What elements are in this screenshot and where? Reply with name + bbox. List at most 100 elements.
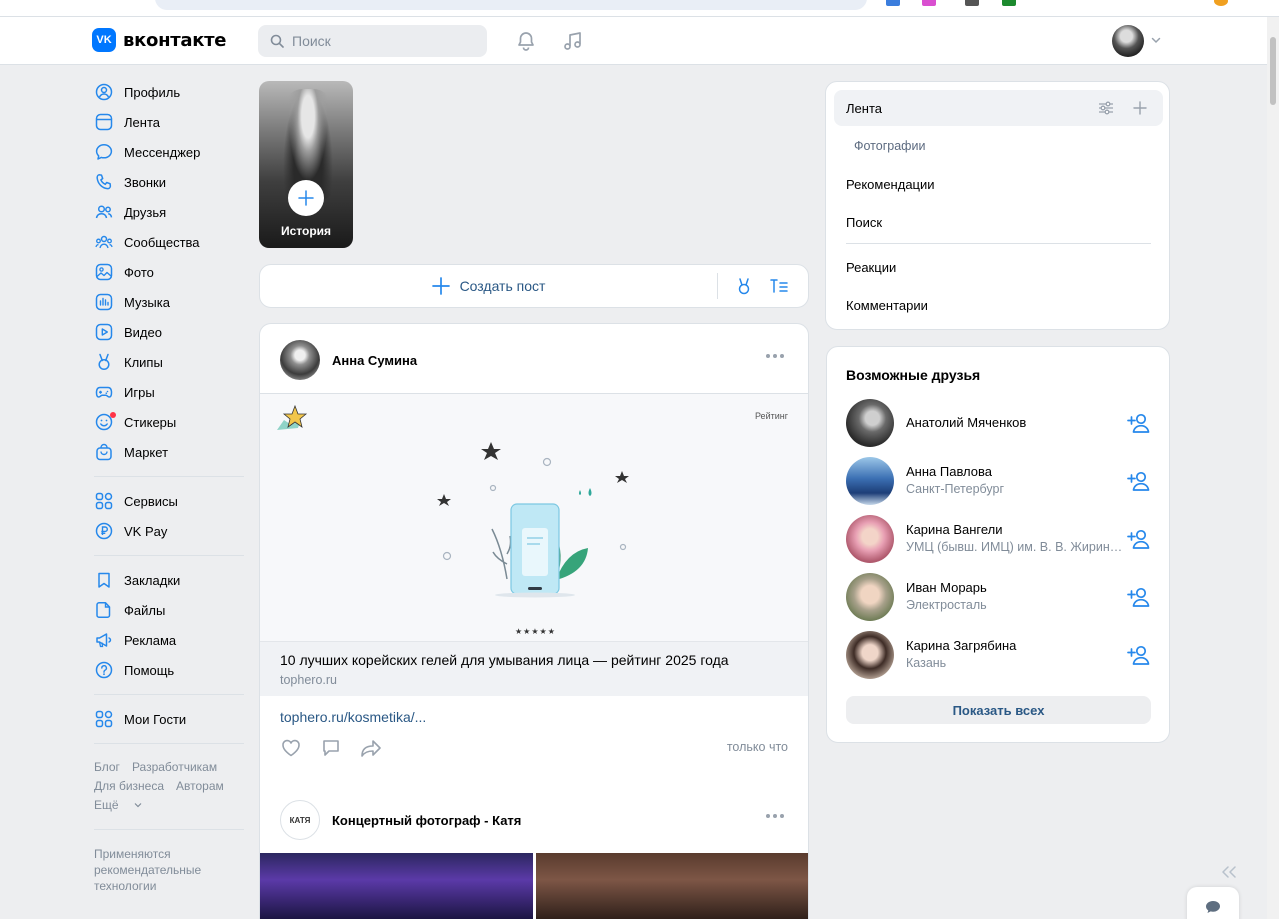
filter-settings-icon[interactable]: [1097, 99, 1115, 117]
sidebar-divider: [94, 476, 244, 477]
sidebar-item-profile[interactable]: Профиль: [92, 77, 248, 107]
friend-avatar[interactable]: [846, 399, 894, 447]
add-friend-icon[interactable]: [1127, 411, 1153, 435]
sidebar-item-messenger[interactable]: Мессенджер: [92, 137, 248, 167]
clip-create-icon[interactable]: [734, 276, 754, 296]
sidebar-item-services[interactable]: Сервисы: [92, 486, 248, 516]
comment-icon[interactable]: [320, 737, 342, 759]
feed-menu-item-reactions[interactable]: Реакции: [846, 260, 896, 275]
friend-avatar[interactable]: [846, 631, 894, 679]
chevron-down-icon[interactable]: [1150, 34, 1162, 49]
sidebar-item-clips[interactable]: Клипы: [92, 347, 248, 377]
post-link[interactable]: tophero.ru/kosmetika/...: [280, 709, 426, 725]
article-icon[interactable]: [769, 276, 789, 296]
post-photo[interactable]: [536, 853, 808, 919]
page-scrollbar[interactable]: [1267, 17, 1279, 919]
add-feed-icon[interactable]: [1131, 99, 1149, 117]
clips-icon: [94, 352, 114, 372]
sidebar-item-vkpay[interactable]: VK Pay: [92, 516, 248, 546]
sidebar-item-friends[interactable]: Друзья: [92, 197, 248, 227]
footer-link-developers[interactable]: Разработчикам: [132, 760, 217, 774]
friend-avatar[interactable]: [846, 515, 894, 563]
share-icon[interactable]: [360, 737, 382, 759]
search-box[interactable]: [258, 25, 487, 57]
create-post-button[interactable]: Создать пост: [260, 265, 717, 307]
snippet-caption: 10 лучших корейских гелей для умывания л…: [260, 641, 808, 696]
add-friend-icon[interactable]: [1127, 643, 1153, 667]
friend-name[interactable]: Анна Павлова: [906, 464, 992, 479]
plus-icon: [431, 277, 450, 295]
more-options-icon[interactable]: [766, 814, 784, 818]
show-all-button[interactable]: Показать всех: [846, 696, 1151, 724]
sidebar-item-label: Звонки: [124, 174, 166, 190]
add-friend-icon[interactable]: [1127, 585, 1153, 609]
story-create-card[interactable]: История: [259, 81, 353, 248]
browser-address-bar[interactable]: [155, 0, 867, 10]
footer-link-more[interactable]: Ещё: [94, 798, 142, 812]
friend-avatar[interactable]: [846, 457, 894, 505]
sidebar-item-files[interactable]: Файлы: [92, 595, 248, 625]
search-input[interactable]: [292, 33, 472, 49]
vk-logo-icon: VK: [92, 28, 116, 52]
post-author-avatar[interactable]: [280, 340, 320, 380]
sidebar-item-stickers[interactable]: Стикеры: [92, 407, 248, 437]
divider: [846, 243, 1151, 244]
feed-icon: [94, 112, 114, 132]
friend-name[interactable]: Иван Морарь: [906, 580, 987, 595]
sidebar-item-market[interactable]: Маркет: [92, 437, 248, 467]
create-post-bar: Создать пост: [259, 264, 809, 308]
footer-link-business[interactable]: Для бизнеса: [94, 779, 164, 793]
snippet-title[interactable]: 10 лучших корейских гелей для умывания л…: [280, 652, 790, 669]
sidebar-item-ads[interactable]: Реклама: [92, 625, 248, 655]
add-story-icon[interactable]: [288, 180, 324, 216]
scrollbar-thumb[interactable]: [1270, 37, 1276, 105]
sidebar-item-games[interactable]: Игры: [92, 377, 248, 407]
post-author-name[interactable]: Анна Сумина: [332, 353, 417, 368]
more-options-icon[interactable]: [766, 354, 784, 358]
sidebar-item-feed[interactable]: Лента: [92, 107, 248, 137]
feed-menu-item-recommendations[interactable]: Рекомендации: [846, 177, 935, 192]
feed-menu-item-feed[interactable]: Лента: [846, 101, 882, 116]
friend-name[interactable]: Анатолий Мяченков: [906, 415, 1026, 430]
feed-menu-item-photos[interactable]: Фотографии: [854, 139, 925, 153]
footer-link-authors[interactable]: Авторам: [176, 779, 224, 793]
feed-filter-menu: Лента Фотографии Рекомендации Поиск Реак…: [825, 81, 1170, 330]
friend-name[interactable]: Карина Вангели: [906, 522, 1003, 537]
friend-name[interactable]: Карина Загрябина: [906, 638, 1016, 653]
sidebar-item-music[interactable]: Музыка: [92, 287, 248, 317]
friend-avatar[interactable]: [846, 573, 894, 621]
add-friend-icon[interactable]: [1127, 527, 1153, 551]
vk-logo[interactable]: VK вконтакте: [92, 28, 226, 52]
collapse-icon[interactable]: [1219, 862, 1239, 882]
sidebar-item-guests[interactable]: Мои Гости: [92, 704, 248, 734]
link-snippet[interactable]: Рейтинг ★★★★★ 10 лучших корейских гелей …: [260, 393, 808, 696]
sidebar-item-phone[interactable]: Звонки: [92, 167, 248, 197]
left-sidebar: Профиль Лента Мессенджер Звонки Друзья Сообще…: [92, 77, 248, 894]
add-friend-icon[interactable]: [1127, 469, 1153, 493]
extension-icon[interactable]: [886, 0, 900, 6]
feed-menu-item-comments[interactable]: Комментарии: [846, 298, 928, 313]
music-player-icon[interactable]: [561, 29, 585, 53]
possible-friends-title[interactable]: Возможные друзья: [846, 367, 980, 383]
extension-icon[interactable]: [1002, 0, 1016, 6]
post-photo[interactable]: [260, 853, 533, 919]
chat-button[interactable]: [1187, 887, 1239, 919]
sidebar-item-communities[interactable]: Сообщества: [92, 227, 248, 257]
friend-suggestion: Карина Вангели УМЦ (бывш. ИМЦ) им. В. В. …: [846, 515, 1156, 563]
user-avatar[interactable]: [1112, 25, 1144, 57]
post-author-avatar[interactable]: КАТЯ: [280, 800, 320, 840]
footer-link-blog[interactable]: Блог: [94, 760, 120, 774]
feed-menu-item-search[interactable]: Поиск: [846, 215, 882, 230]
notifications-icon[interactable]: [514, 29, 538, 53]
sidebar-item-video[interactable]: Видео: [92, 317, 248, 347]
like-icon[interactable]: [280, 737, 302, 759]
sidebar-item-bookmark[interactable]: Закладки: [92, 565, 248, 595]
sidebar-item-label: Фото: [124, 264, 154, 280]
extension-icon[interactable]: [965, 0, 979, 6]
sidebar-item-help[interactable]: Помощь: [92, 655, 248, 685]
post-author-name[interactable]: Концертный фотограф - Катя: [332, 813, 521, 828]
profile-extension-icon[interactable]: [1214, 0, 1228, 6]
post-timestamp[interactable]: только что: [727, 740, 788, 754]
sidebar-item-photo[interactable]: Фото: [92, 257, 248, 287]
extension-icon[interactable]: [922, 0, 936, 6]
